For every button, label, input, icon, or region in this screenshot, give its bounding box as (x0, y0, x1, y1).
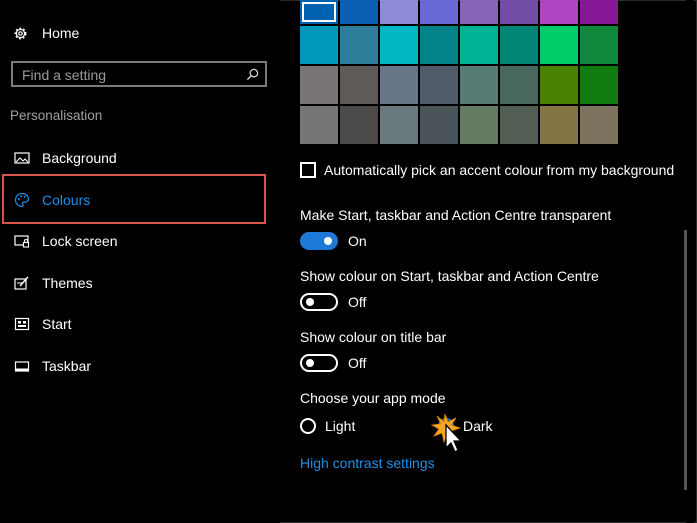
dark-label: Dark (463, 418, 493, 434)
sidebar-item-lock-screen[interactable]: Lock screen (0, 229, 268, 253)
colour-start-toggle-row[interactable]: Off (300, 293, 366, 311)
light-radio[interactable] (300, 418, 316, 434)
search-icon[interactable] (246, 68, 259, 81)
main-content: Automatically pick an accent colour from… (300, 0, 690, 523)
colour-swatch[interactable] (460, 66, 498, 104)
sidebar-item-label: Start (42, 316, 72, 332)
taskbar-icon (14, 361, 30, 372)
colour-swatch[interactable] (580, 26, 618, 64)
colour-swatch[interactable] (460, 26, 498, 64)
sidebar: Home Find a setting Personalisation Back… (0, 0, 280, 523)
sidebar-item-label: Taskbar (42, 358, 92, 374)
transparency-toggle-row[interactable]: On (300, 232, 367, 250)
sidebar-item-start[interactable]: Start (0, 312, 268, 336)
colour-start-toggle[interactable] (300, 293, 338, 311)
auto-accent-row[interactable]: Automatically pick an accent colour from… (300, 162, 674, 178)
palette-icon (14, 192, 30, 208)
high-contrast-link[interactable]: High contrast settings (300, 455, 435, 471)
app-mode-label: Choose your app mode (300, 390, 446, 406)
colour-swatch[interactable] (580, 106, 618, 144)
colour-title-label: Show colour on title bar (300, 329, 447, 345)
colour-swatch[interactable] (500, 106, 538, 144)
colour-swatch[interactable] (420, 106, 458, 144)
search-input[interactable]: Find a setting (11, 61, 267, 87)
colour-swatch[interactable] (380, 26, 418, 64)
colour-swatch[interactable] (580, 66, 618, 104)
colour-swatch[interactable] (540, 0, 578, 24)
sidebar-item-label: Background (42, 150, 117, 166)
colour-swatch[interactable] (300, 66, 338, 104)
colour-start-label: Show colour on Start, taskbar and Action… (300, 268, 599, 284)
lock-screen-icon (14, 235, 30, 248)
sidebar-item-themes[interactable]: Themes (0, 271, 268, 295)
transparency-toggle[interactable] (300, 232, 338, 250)
transparency-label: Make Start, taskbar and Action Centre tr… (300, 207, 612, 223)
colour-swatch[interactable] (380, 106, 418, 144)
colour-swatch[interactable] (340, 66, 378, 104)
colour-swatch[interactable] (420, 66, 458, 104)
colour-swatch[interactable] (420, 0, 458, 24)
colour-swatch[interactable] (580, 0, 618, 24)
click-cursor-icon (430, 413, 463, 453)
home-link[interactable]: Home (12, 22, 79, 44)
toggle-knob (306, 359, 314, 367)
search-placeholder: Find a setting (22, 67, 107, 83)
scrollbar-thumb[interactable] (684, 230, 687, 490)
colour-swatch[interactable] (540, 66, 578, 104)
colour-swatch[interactable] (420, 26, 458, 64)
auto-accent-label: Automatically pick an accent colour from… (324, 162, 675, 178)
sidebar-item-background[interactable]: Background (0, 146, 268, 170)
light-label: Light (325, 418, 356, 434)
colour-swatch[interactable] (380, 66, 418, 104)
themes-icon (14, 276, 29, 290)
colour-swatch[interactable] (500, 66, 538, 104)
sidebar-item-label: Colours (42, 192, 91, 208)
colour-swatch[interactable] (340, 26, 378, 64)
scrollbar-track[interactable] (686, 0, 694, 523)
toggle-knob (324, 237, 332, 245)
toggle-knob (306, 298, 314, 306)
transparency-state: On (348, 233, 367, 249)
sidebar-item-colours[interactable]: Colours (0, 188, 268, 212)
colour-swatch[interactable] (300, 26, 338, 64)
app-mode-light-option[interactable]: Light (300, 418, 355, 434)
colour-swatch[interactable] (500, 26, 538, 64)
colour-swatch[interactable] (340, 106, 378, 144)
start-icon (14, 317, 30, 331)
colour-swatch[interactable] (500, 0, 538, 24)
section-title: Personalisation (10, 108, 103, 123)
colour-swatch[interactable] (300, 0, 338, 24)
colour-start-state: Off (348, 294, 367, 310)
colour-swatch[interactable] (460, 106, 498, 144)
colour-title-state: Off (348, 355, 367, 371)
colour-swatch[interactable] (300, 106, 338, 144)
colour-swatch[interactable] (540, 26, 578, 64)
accent-colour-grid (300, 0, 618, 144)
colour-swatch[interactable] (460, 0, 498, 24)
colour-swatch[interactable] (340, 0, 378, 24)
picture-icon (14, 152, 30, 164)
colour-swatch[interactable] (380, 0, 418, 24)
home-label: Home (42, 25, 80, 41)
gear-icon (14, 27, 27, 39)
sidebar-item-label: Lock screen (42, 233, 118, 249)
colour-swatch[interactable] (540, 106, 578, 144)
sidebar-item-label: Themes (42, 275, 93, 291)
colour-title-toggle-row[interactable]: Off (300, 354, 366, 372)
colour-title-toggle[interactable] (300, 354, 338, 372)
auto-accent-checkbox[interactable] (300, 162, 316, 178)
sidebar-item-taskbar[interactable]: Taskbar (0, 354, 268, 378)
